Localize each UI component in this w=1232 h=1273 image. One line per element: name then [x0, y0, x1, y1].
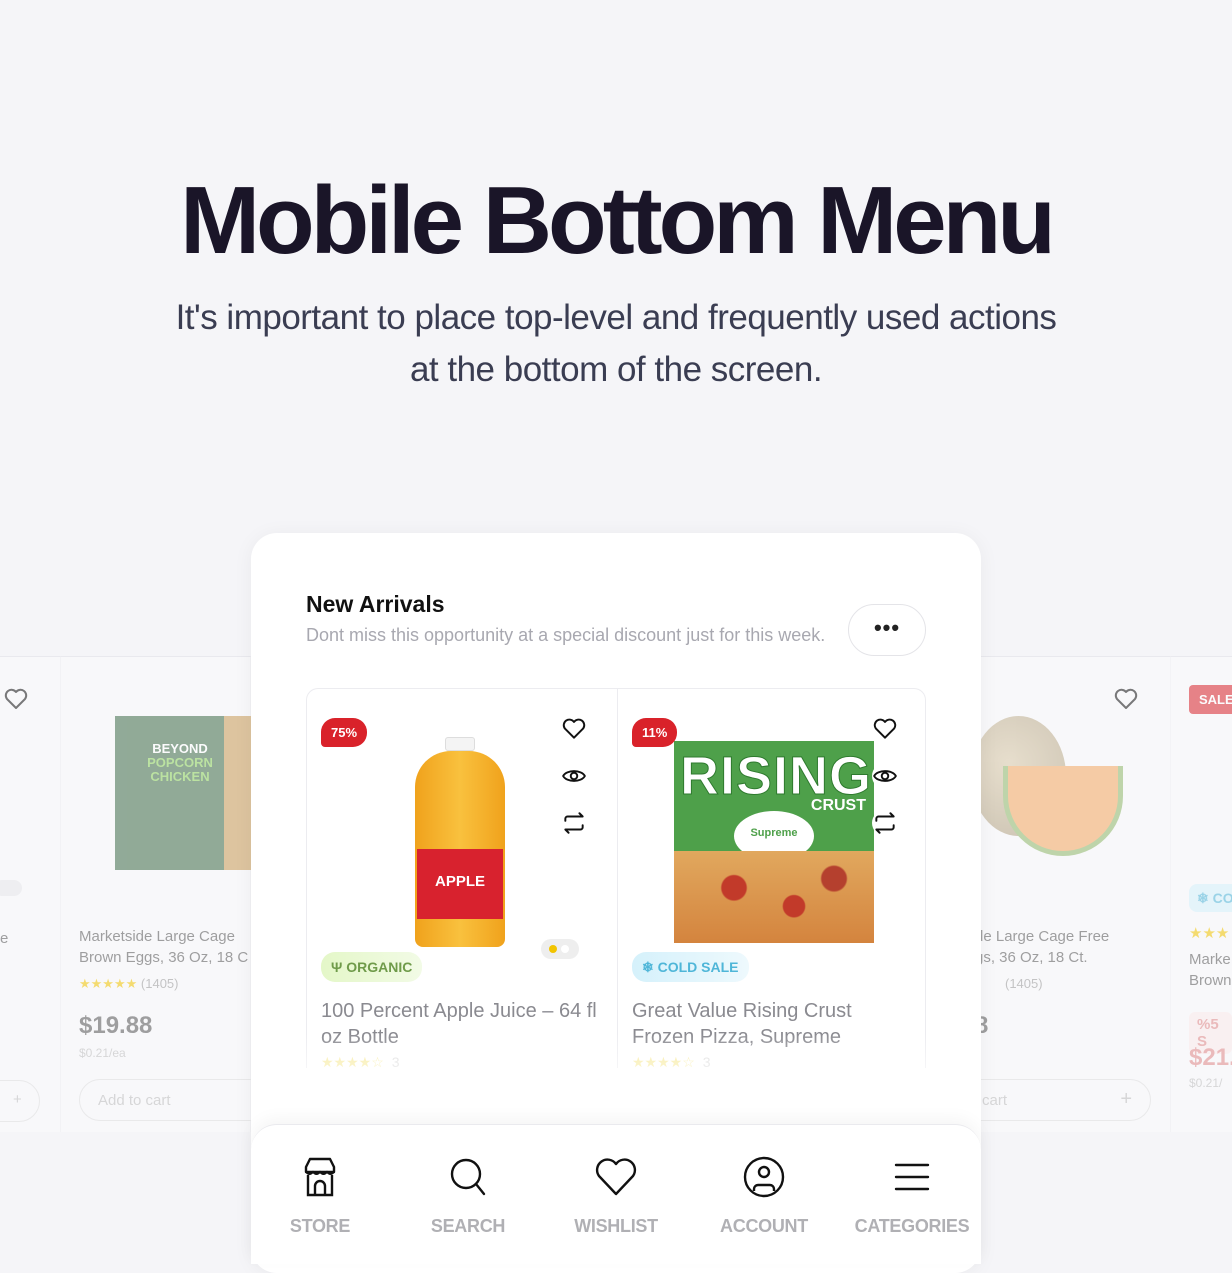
heart-icon[interactable]	[561, 716, 587, 742]
product-rating: ★★★★★ (1405)	[79, 976, 178, 992]
hero-title: Mobile Bottom Menu	[180, 167, 1056, 274]
nav-label: STORE	[289, 1216, 351, 1236]
heart-icon	[595, 1158, 637, 1196]
nav-item-search[interactable]: SEARCH	[403, 1155, 533, 1237]
image-dots	[0, 880, 22, 896]
nav-item-wishlist[interactable]: WISHLIST	[551, 1155, 681, 1237]
product-image-cantaloupe	[971, 716, 1123, 866]
unit-price: $0.21/	[1189, 1076, 1223, 1090]
compare-icon[interactable]	[872, 810, 898, 836]
product-title-partial: e	[0, 930, 9, 947]
image-dots[interactable]	[541, 939, 579, 959]
section-title: New Arrivals	[306, 591, 445, 617]
add-to-cart-button[interactable]: cart +	[951, 1079, 1151, 1121]
account-icon	[743, 1156, 785, 1198]
section-subtitle: Dont miss this opportunity at a special …	[306, 625, 826, 645]
rating-stars: ★★★★★	[79, 976, 138, 991]
nav-item-categories[interactable]: CATEGORIES	[847, 1155, 977, 1237]
search-icon	[450, 1158, 486, 1196]
product-price: $21.	[1189, 1044, 1232, 1071]
bottom-navigation: STORE SEARCH WISHLIST ACCOUNT CATEGORIES	[251, 1124, 981, 1264]
add-to-cart-button[interactable]: Add to cart	[79, 1079, 279, 1121]
menu-icon	[894, 1163, 930, 1191]
background-card-left: BEYOND POPCORN CHICKEN Marketside Large Ca…	[61, 656, 279, 1132]
more-options-button[interactable]: •••	[848, 604, 926, 656]
compare-icon[interactable]	[561, 810, 587, 836]
product-image-pizza-box: RISING CRUST Supreme	[674, 741, 874, 943]
product-title: Marketside Large Cage Brown Eggs, 36 Oz, …	[79, 928, 249, 966]
product-image-apple-juice: APPLE	[415, 737, 505, 947]
sale-badge: SALE	[1189, 685, 1232, 714]
product-grid: APPLE 75% Ψ ORGANIC 100 Percent Apple Ju…	[306, 688, 926, 1068]
rating-stars: ★★★	[1189, 925, 1230, 942]
store-icon	[304, 1157, 336, 1197]
hero-subtitle: It's important to place top-level and fr…	[0, 292, 1232, 396]
product-image-beyond-popcorn-chicken: BEYOND POPCORN CHICKEN	[115, 716, 251, 870]
add-to-cart-button[interactable]: +	[0, 1080, 40, 1122]
background-card-far-right: SALE ❄ CO ★★★ Marke Brown %5 S $21. $0.21…	[1171, 656, 1232, 1132]
heart-icon[interactable]	[1114, 688, 1138, 710]
hero-subtitle-line-2: at the bottom of the screen.	[409, 350, 823, 389]
nav-label: ACCOUNT	[720, 1216, 808, 1236]
nav-item-account[interactable]: ACCOUNT	[699, 1155, 829, 1237]
content-fade-overlay	[251, 1033, 981, 1133]
discount-badge: 75%	[321, 718, 368, 747]
sprout-icon: Ψ	[331, 959, 343, 975]
background-card-partial-left: e +	[0, 656, 61, 1132]
product-title: de Large Cage Free gs, 36 Oz, 18 Ct.	[975, 928, 1110, 966]
hero-subtitle-line-1: It's important to place top-level and fr…	[175, 298, 1057, 337]
nav-label: SEARCH	[430, 1216, 506, 1236]
product-title: Marke Brown	[1189, 951, 1232, 989]
rating-count: (1405)	[1005, 976, 1043, 991]
snowflake-icon: ❄	[642, 959, 654, 975]
discount-badge: 11%	[632, 718, 678, 747]
nav-label: WISHLIST	[574, 1216, 658, 1236]
unit-price: $0.21/ea	[79, 1046, 126, 1060]
cold-sale-tag: ❄ COLD SALE	[632, 952, 749, 982]
heart-icon[interactable]	[4, 688, 28, 710]
organic-tag: Ψ ORGANIC	[321, 952, 423, 982]
product-card[interactable]: APPLE 75% Ψ ORGANIC 100 Percent Apple Ju…	[307, 689, 617, 1068]
background-card-right: de Large Cage Free gs, 36 Oz, 18 Ct. (140…	[951, 656, 1171, 1132]
eye-icon[interactable]	[872, 763, 898, 789]
snowflake-icon: ❄	[1197, 890, 1209, 906]
eye-icon[interactable]	[561, 763, 587, 789]
product-card[interactable]: RISING CRUST Supreme 11% ❄ COLD SALE Gre…	[617, 689, 925, 1068]
product-price: $19.88	[79, 1012, 153, 1039]
cold-sale-tag: ❄ CO	[1189, 884, 1232, 912]
rating-count: (1405)	[140, 976, 179, 991]
nav-label: CATEGORIES	[854, 1216, 970, 1236]
heart-icon[interactable]	[872, 716, 898, 742]
nav-item-store[interactable]: STORE	[255, 1155, 385, 1237]
